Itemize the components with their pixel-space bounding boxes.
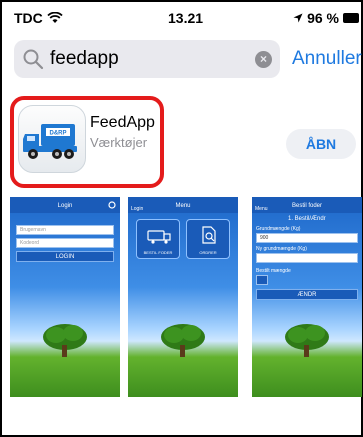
tile-orders: ORDRER	[186, 219, 230, 259]
carrier-label: TDC	[14, 10, 43, 26]
battery-percent: 96 %	[307, 10, 339, 26]
location-arrow-icon	[293, 13, 303, 23]
form-label: Grundmængde (Kg)	[256, 226, 301, 232]
clear-icon[interactable]: ×	[255, 51, 272, 68]
form-value: 900	[256, 233, 358, 243]
password-field: Kodeord	[16, 238, 114, 248]
app-screenshot-order[interactable]: Menu Bestil foder 1. Bestil/Ændr Grundmæ…	[252, 197, 362, 397]
document-search-icon	[202, 226, 216, 244]
status-left: TDC	[14, 10, 63, 26]
status-right: 96 %	[293, 10, 359, 26]
change-button: ÆNDR	[256, 289, 358, 300]
screenshot-title: Bestil foder	[291, 203, 322, 209]
form-heading: 1. Bestil/Ændr	[288, 216, 326, 222]
status-bar: TDC 13.21 96 %	[4, 4, 363, 32]
tree-image	[43, 324, 87, 357]
gear-icon	[108, 201, 116, 209]
login-button: LOGIN	[16, 251, 114, 262]
screenshot-navbar: Login Menu	[128, 197, 238, 213]
open-button[interactable]: ÅBN	[286, 129, 356, 159]
app-screenshot-login[interactable]: Login Brugernavn Kodeord LOGIN	[10, 197, 120, 397]
username-field: Brugernavn	[16, 225, 114, 235]
highlight-box	[10, 96, 164, 188]
wifi-icon	[47, 12, 63, 23]
form-input	[256, 253, 358, 263]
search-icon	[23, 49, 44, 70]
search-input[interactable]	[50, 45, 240, 73]
tile-label: ORDRER	[199, 250, 217, 255]
tile-order-feed: BESTIL FODER	[136, 219, 180, 259]
phone-frame: TDC 13.21 96 % × Annuller	[0, 0, 363, 437]
app-screenshot-menu[interactable]: Login Menu BESTIL FODER ORDRER	[128, 197, 238, 397]
screenshot-navbar: Menu Bestil foder	[252, 197, 362, 213]
tile-label: BESTIL FODER	[143, 250, 173, 255]
tree-image	[285, 324, 329, 357]
clock: 13.21	[168, 10, 204, 26]
form-label: Ny grundmængde (Kg)	[256, 246, 307, 252]
truck-icon	[147, 230, 171, 244]
screenshot-title: Menu	[175, 203, 191, 209]
tree-image	[161, 324, 205, 357]
form-swatch	[256, 275, 268, 285]
screenshot-title: Login	[57, 203, 73, 209]
search-field[interactable]: ×	[14, 40, 280, 78]
screenshot-navbar: Login	[10, 197, 120, 213]
form-label: Bestilt mængde	[256, 268, 291, 274]
cancel-button[interactable]: Annuller	[292, 48, 362, 70]
battery-icon	[343, 13, 359, 23]
